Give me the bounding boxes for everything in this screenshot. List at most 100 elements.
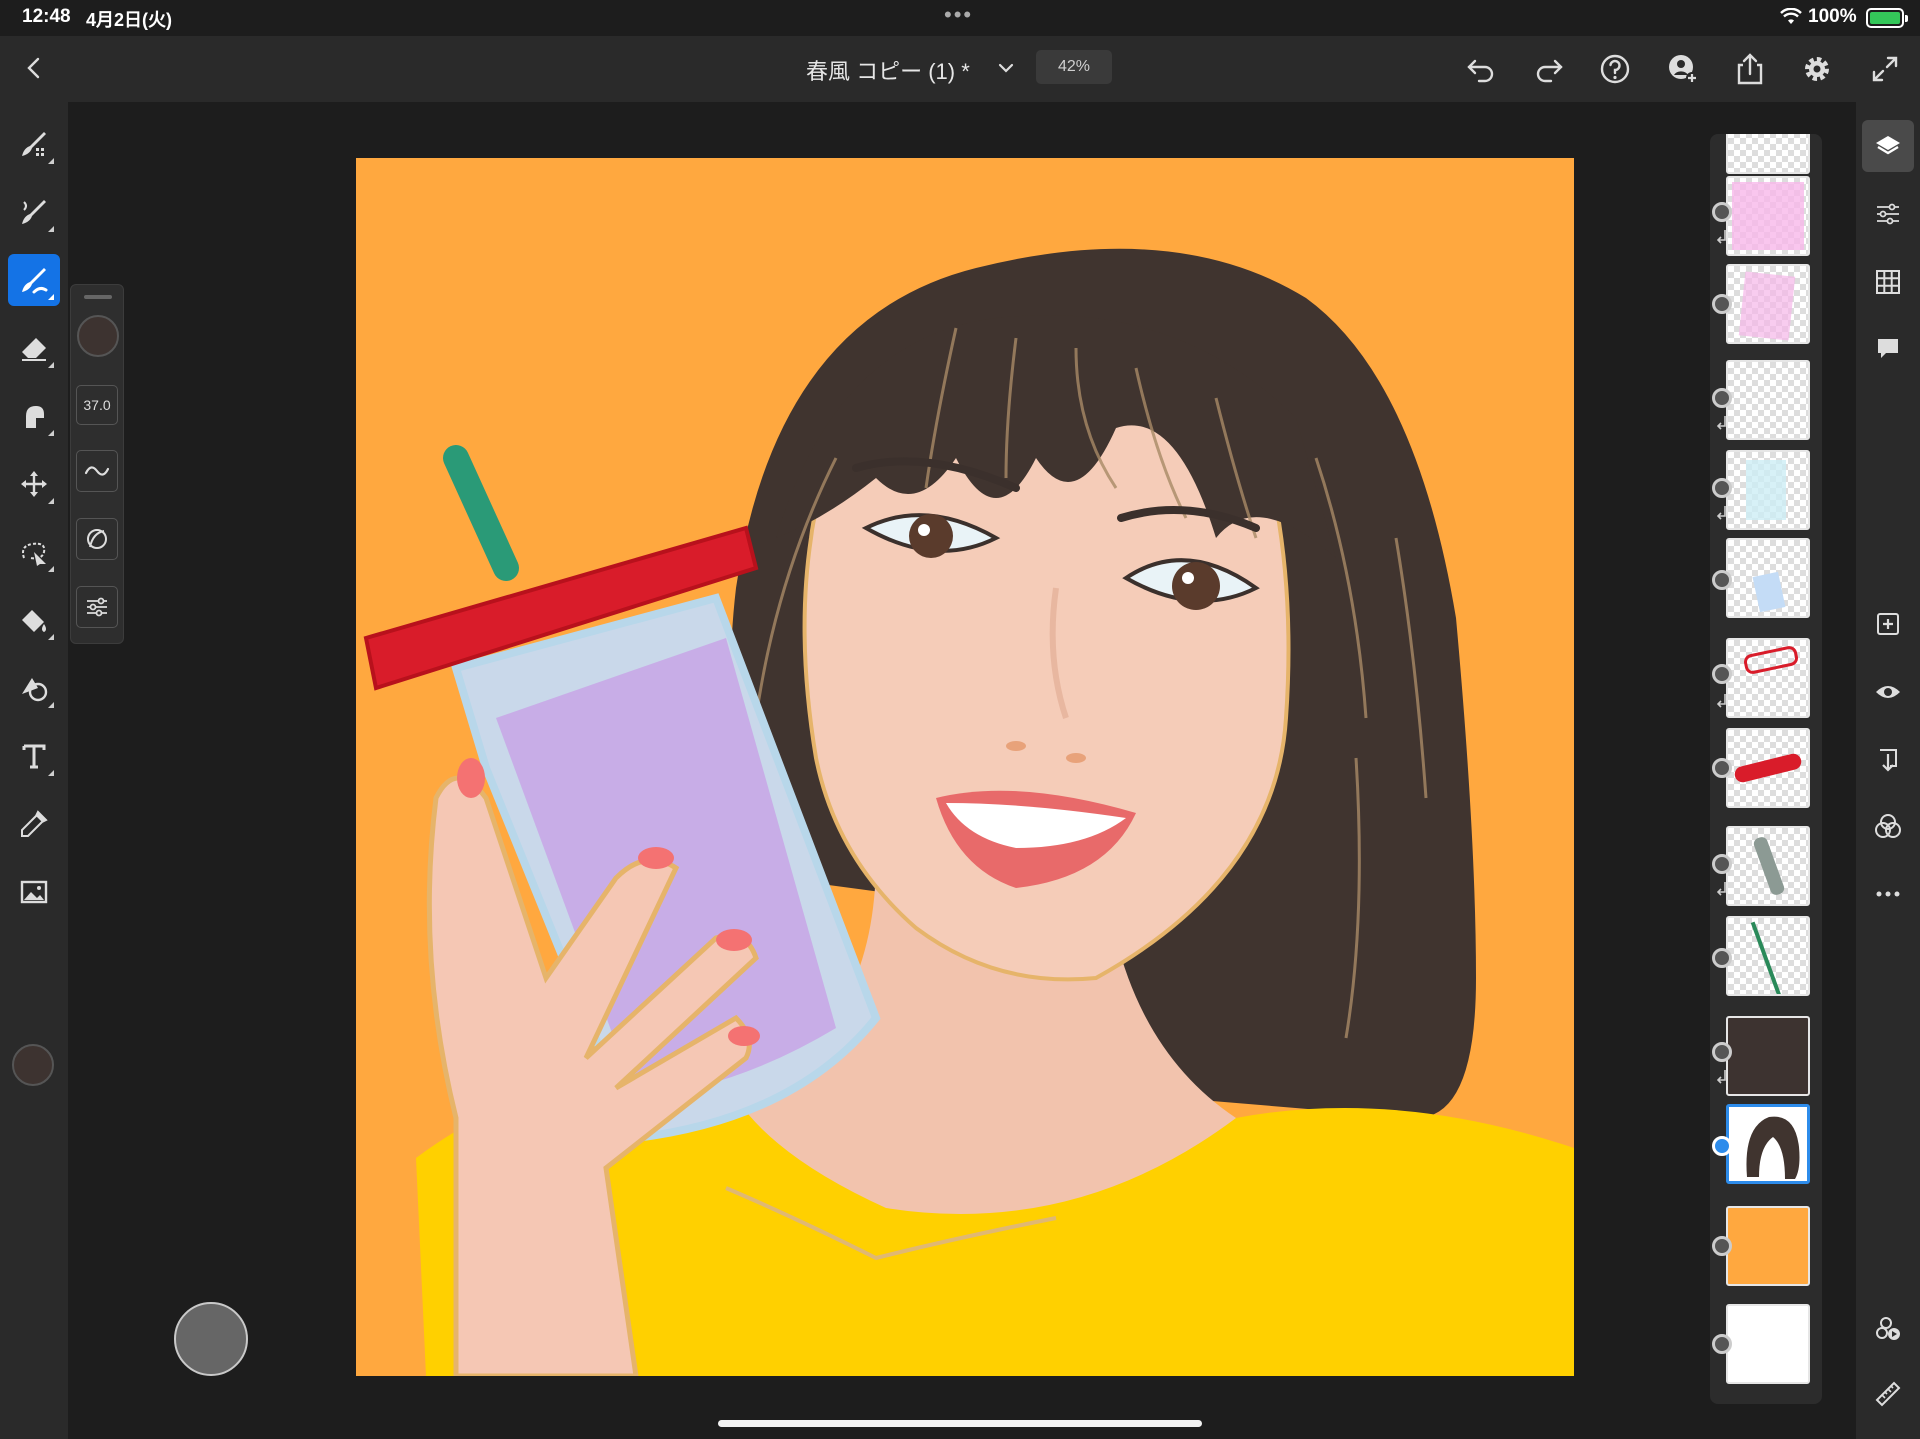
layer-visibility-dot[interactable]	[1712, 948, 1732, 968]
zoom-level[interactable]: 42%	[1036, 50, 1112, 84]
more-options-button[interactable]	[1862, 868, 1914, 920]
pixel-brush-tool[interactable]	[8, 118, 60, 170]
status-date: 4月2日(火)	[86, 10, 173, 30]
layer-thumbnail[interactable]	[1726, 360, 1810, 440]
ruler-icon	[1875, 1381, 1901, 1407]
layer-visibility-dot-active[interactable]	[1712, 1136, 1732, 1156]
layer-visibility-dot[interactable]	[1712, 478, 1732, 498]
touch-shortcut-button[interactable]	[174, 1302, 248, 1376]
brush-settings-panel: 37.0	[70, 284, 124, 644]
layer-thumbnail[interactable]	[1726, 638, 1810, 718]
smoothing-wave-icon	[84, 466, 110, 476]
chevron-down-icon[interactable]	[994, 56, 1018, 80]
add-layer-button[interactable]	[1862, 598, 1914, 650]
image-import-tool[interactable]	[8, 866, 60, 918]
layer-visibility-dot[interactable]	[1712, 1334, 1732, 1354]
right-toolbar	[1856, 102, 1920, 1439]
blend-mode-button[interactable]	[1862, 800, 1914, 852]
comments-button[interactable]	[1862, 322, 1914, 374]
layer-visibility-dot[interactable]	[1712, 294, 1732, 314]
back-chevron-icon[interactable]	[18, 52, 50, 84]
selection-tool[interactable]	[8, 526, 60, 578]
eraser-icon	[22, 338, 46, 361]
color-well[interactable]	[12, 1044, 54, 1086]
battery-percent: 100%	[1808, 6, 1857, 27]
layer-thumbnail[interactable]	[1726, 1206, 1810, 1286]
ruler-button[interactable]	[1862, 1368, 1914, 1420]
redo-icon[interactable]	[1532, 52, 1566, 86]
layer-thumbnail-selected[interactable]	[1726, 1104, 1810, 1184]
merge-down-icon	[1880, 749, 1897, 772]
brush-color-swatch[interactable]	[77, 315, 119, 357]
layer-visibility-dot[interactable]	[1712, 570, 1732, 590]
clipping-arrow-icon	[1717, 230, 1726, 244]
add-layer-icon	[1877, 613, 1899, 635]
layers-button[interactable]	[1862, 120, 1914, 172]
panel-grip[interactable]	[84, 295, 112, 299]
pixel-brush-icon	[22, 132, 46, 156]
help-icon[interactable]	[1598, 52, 1632, 86]
wifi-icon	[1780, 8, 1802, 24]
smudge-tool[interactable]	[8, 390, 60, 442]
top-bar: 春風 コピー (1) * 42%	[0, 36, 1920, 102]
share-icon[interactable]	[1733, 52, 1767, 86]
smoothing-button[interactable]	[76, 450, 118, 492]
layer-visibility-dot[interactable]	[1712, 758, 1732, 778]
layer-thumbnail[interactable]	[1726, 264, 1810, 344]
layer-thumbnail[interactable]	[1726, 176, 1810, 256]
home-indicator[interactable]	[718, 1420, 1202, 1427]
layer-visibility-dot[interactable]	[1712, 1236, 1732, 1256]
comments-icon	[1878, 339, 1898, 358]
layer-visibility-dot[interactable]	[1712, 854, 1732, 874]
canvas[interactable]	[356, 158, 1574, 1376]
layer-thumbnail[interactable]	[1726, 450, 1810, 530]
layers-panel	[1710, 134, 1822, 1404]
multitasking-dots[interactable]: •••	[944, 2, 973, 28]
layer-visibility-dot[interactable]	[1712, 1042, 1732, 1062]
layer-thumbnail[interactable]	[1726, 1304, 1810, 1384]
eraser-tool[interactable]	[8, 322, 60, 374]
paint-brush-icon	[22, 268, 48, 294]
live-brush-tool[interactable]	[8, 186, 60, 238]
fill-icon	[22, 610, 46, 632]
layer-thumbnail[interactable]	[1726, 916, 1810, 996]
battery-icon	[1866, 8, 1908, 28]
brush-size-field[interactable]: 37.0	[76, 385, 118, 425]
layer-visibility-dot[interactable]	[1712, 202, 1732, 222]
layer-thumbnail[interactable]	[1726, 134, 1810, 174]
clipping-arrow-icon	[1717, 694, 1726, 708]
undo-icon[interactable]	[1464, 52, 1498, 86]
settings-gear-icon[interactable]	[1800, 52, 1834, 86]
brush-options-button[interactable]	[76, 586, 118, 628]
layer-thumbnail[interactable]	[1726, 826, 1810, 906]
sliders-icon	[87, 597, 107, 617]
eyedropper-tool[interactable]	[8, 798, 60, 850]
layer-thumbnail[interactable]	[1726, 728, 1810, 808]
fullscreen-icon[interactable]	[1868, 52, 1902, 86]
text-tool[interactable]	[8, 730, 60, 782]
merge-down-button[interactable]	[1862, 734, 1914, 786]
reference-button[interactable]	[1862, 1302, 1914, 1354]
layer-visibility-dot[interactable]	[1712, 664, 1732, 684]
visibility-button[interactable]	[1862, 666, 1914, 718]
layer-thumbnail[interactable]	[1726, 1016, 1810, 1096]
grid-button[interactable]	[1862, 256, 1914, 308]
move-transform-tool[interactable]	[8, 458, 60, 510]
smudge-icon	[26, 406, 44, 428]
status-time: 12:48	[22, 6, 71, 27]
paint-brush-tool[interactable]	[8, 254, 60, 306]
brush-stroke-button[interactable]	[76, 518, 118, 560]
layer-properties-button[interactable]	[1862, 188, 1914, 240]
layer-properties-icon	[1877, 203, 1899, 225]
live-brush-icon	[22, 200, 46, 224]
layers-icon	[1876, 136, 1900, 155]
brush-stroke-icon	[87, 529, 107, 549]
image-import-icon	[20, 880, 48, 904]
document-title[interactable]: 春風 コピー (1) *	[806, 54, 970, 86]
shape-tool[interactable]	[8, 662, 60, 714]
layer-visibility-dot[interactable]	[1712, 388, 1732, 408]
more-icon	[1876, 891, 1900, 897]
invite-user-icon[interactable]	[1666, 52, 1700, 86]
layer-thumbnail[interactable]	[1726, 538, 1810, 618]
fill-tool[interactable]	[8, 594, 60, 646]
